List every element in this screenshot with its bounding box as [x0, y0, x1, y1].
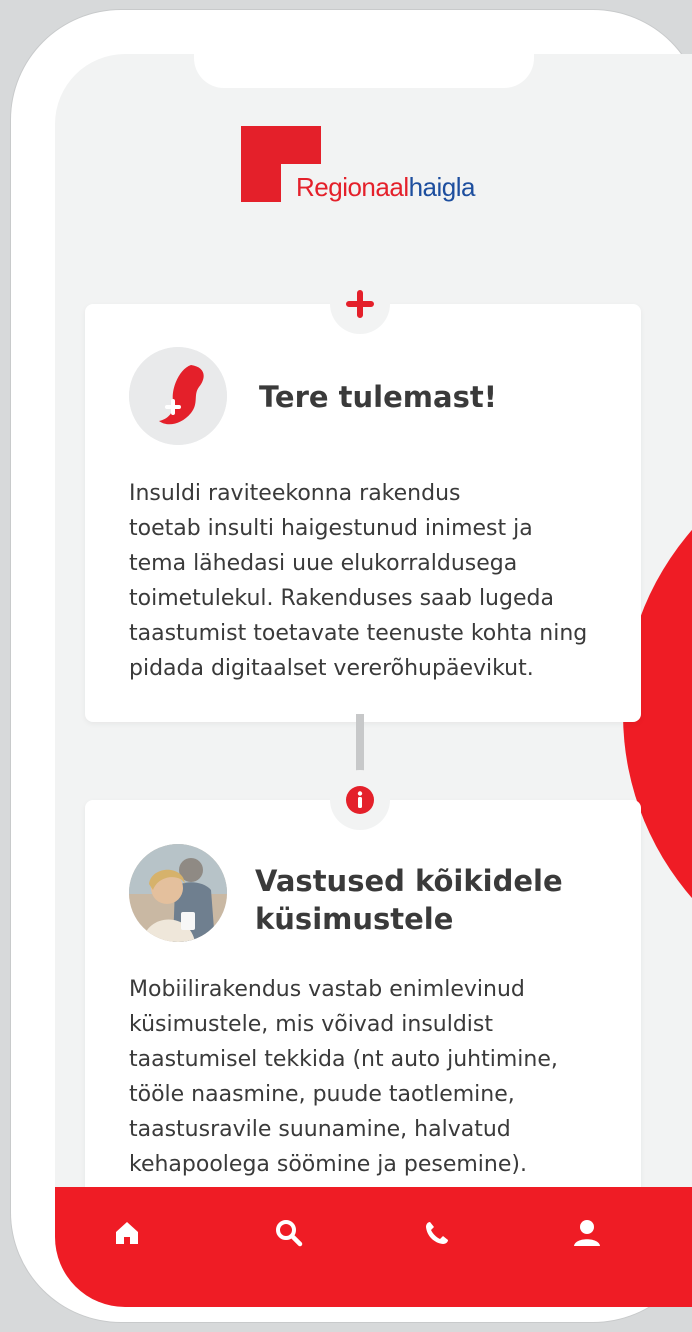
card-title-line: Vastused kõikidele — [255, 864, 563, 898]
phone-icon[interactable] — [417, 1213, 457, 1253]
card-body: Mobiilirakendus vastab enimlevinud küsim… — [129, 977, 558, 1177]
welcome-card[interactable]: Tere tulemast! Insuldi raviteekonna rake… — [85, 304, 641, 722]
brand-name: Regionaalhaigla — [296, 172, 476, 203]
stroke-logo-icon — [129, 347, 227, 445]
home-icon[interactable] — [107, 1213, 147, 1253]
info-icon — [330, 770, 390, 830]
card-body: Insuldi raviteekonna rakendus toetab ins… — [129, 481, 588, 681]
app-screen: Regionaalhaigla Tere tulemast! Insuldi r… — [55, 54, 692, 1307]
phone-notch — [194, 54, 534, 88]
bottom-navigation — [55, 1187, 692, 1307]
logo-mark — [241, 126, 321, 164]
card-title: Tere tulemast! — [259, 380, 497, 414]
brand-name-part2: haigla — [408, 172, 476, 202]
card-title-line: küsimustele — [255, 902, 454, 936]
plus-icon — [330, 274, 390, 334]
brand-logo: Regionaalhaigla — [241, 126, 521, 216]
card-title: Vastused kõikidele küsimustele — [255, 862, 563, 938]
people-photo — [129, 844, 227, 942]
user-icon[interactable] — [567, 1213, 607, 1253]
search-icon[interactable] — [269, 1213, 309, 1253]
brand-name-part1: Regionaal — [296, 172, 409, 202]
logo-mark — [241, 164, 281, 202]
phone-frame: Regionaalhaigla Tere tulemast! Insuldi r… — [11, 10, 692, 1322]
